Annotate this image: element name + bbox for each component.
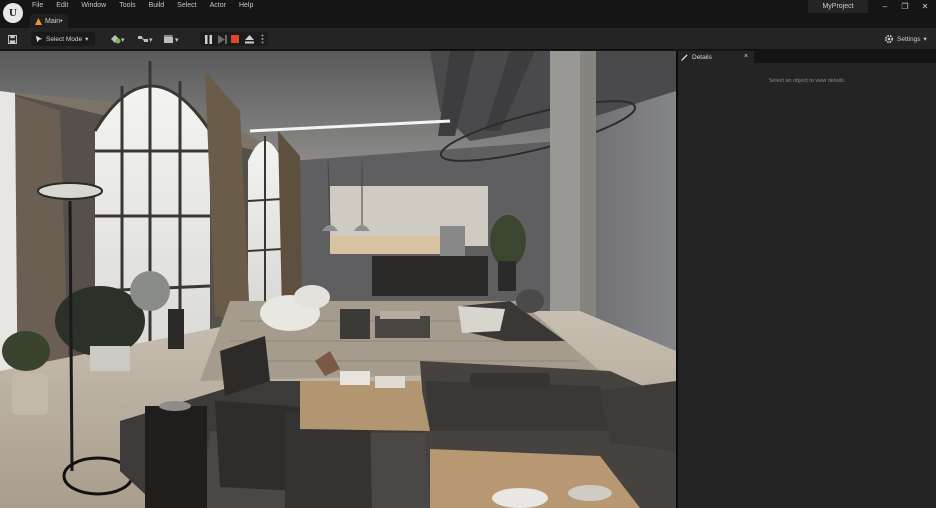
main-menu: File Edit Window Tools Build Select Acto… <box>32 1 266 10</box>
menu-tools[interactable]: Tools <box>119 1 141 10</box>
pause-icon[interactable] <box>203 32 213 46</box>
menu-build[interactable]: Build <box>149 1 171 10</box>
level-tab[interactable]: Main• <box>30 14 68 28</box>
select-mode-label: Select Mode <box>46 35 83 43</box>
cinematics-icon[interactable]: ▾ <box>162 32 182 46</box>
chevron-down-icon: ▾ <box>923 36 927 43</box>
stop-icon[interactable] <box>230 32 240 46</box>
settings-label: Settings <box>897 35 921 43</box>
main-toolbar: Select Mode ▾ ▾ ▾ ▾ Settings ▾ <box>0 28 936 50</box>
unreal-logo-icon[interactable]: U <box>3 3 23 23</box>
select-mode-dropdown[interactable]: Select Mode ▾ <box>31 32 95 46</box>
level-viewport[interactable] <box>0 51 676 508</box>
menu-help[interactable]: Help <box>239 1 259 10</box>
more-options-icon[interactable] <box>258 32 266 46</box>
menu-edit[interactable]: Edit <box>56 1 74 10</box>
menu-window[interactable]: Window <box>81 1 112 10</box>
svg-text:▾: ▾ <box>175 37 179 44</box>
step-icon[interactable] <box>217 32 227 46</box>
settings-button[interactable]: Settings ▾ <box>884 32 927 46</box>
menu-file[interactable]: File <box>32 1 49 10</box>
chevron-down-icon: ▾ <box>85 36 89 43</box>
eject-icon[interactable] <box>244 32 254 46</box>
details-tabstrip: Details × <box>678 51 936 63</box>
project-name: MyProject <box>808 0 868 13</box>
details-tab-label: Details <box>692 53 712 61</box>
add-content-icon[interactable]: ▾ <box>108 32 128 46</box>
menu-select[interactable]: Select <box>177 1 202 10</box>
pencil-icon <box>681 53 688 61</box>
svg-text:▾: ▾ <box>149 37 153 44</box>
gear-icon <box>884 34 894 44</box>
details-tab[interactable]: Details × <box>678 51 754 63</box>
menu-actor[interactable]: Actor <box>210 1 232 10</box>
minimize-button[interactable]: – <box>875 0 895 14</box>
viewport-scene <box>0 51 676 508</box>
level-tab-label: Main• <box>45 17 63 25</box>
details-panel: Details × Select an object to view detai… <box>678 51 936 508</box>
close-window-button[interactable]: ✕ <box>915 0 935 14</box>
svg-text:▾: ▾ <box>121 37 125 44</box>
title-bar: U File Edit Window Tools Build Select Ac… <box>0 0 936 28</box>
maximize-button[interactable]: ❐ <box>895 0 915 14</box>
close-icon[interactable]: × <box>744 51 748 63</box>
select-arrow-icon <box>35 35 43 43</box>
blueprint-icon[interactable]: ▾ <box>136 32 156 46</box>
level-icon <box>35 17 42 25</box>
save-icon[interactable] <box>6 32 18 46</box>
details-empty-message: Select an object to view details. <box>768 78 846 84</box>
